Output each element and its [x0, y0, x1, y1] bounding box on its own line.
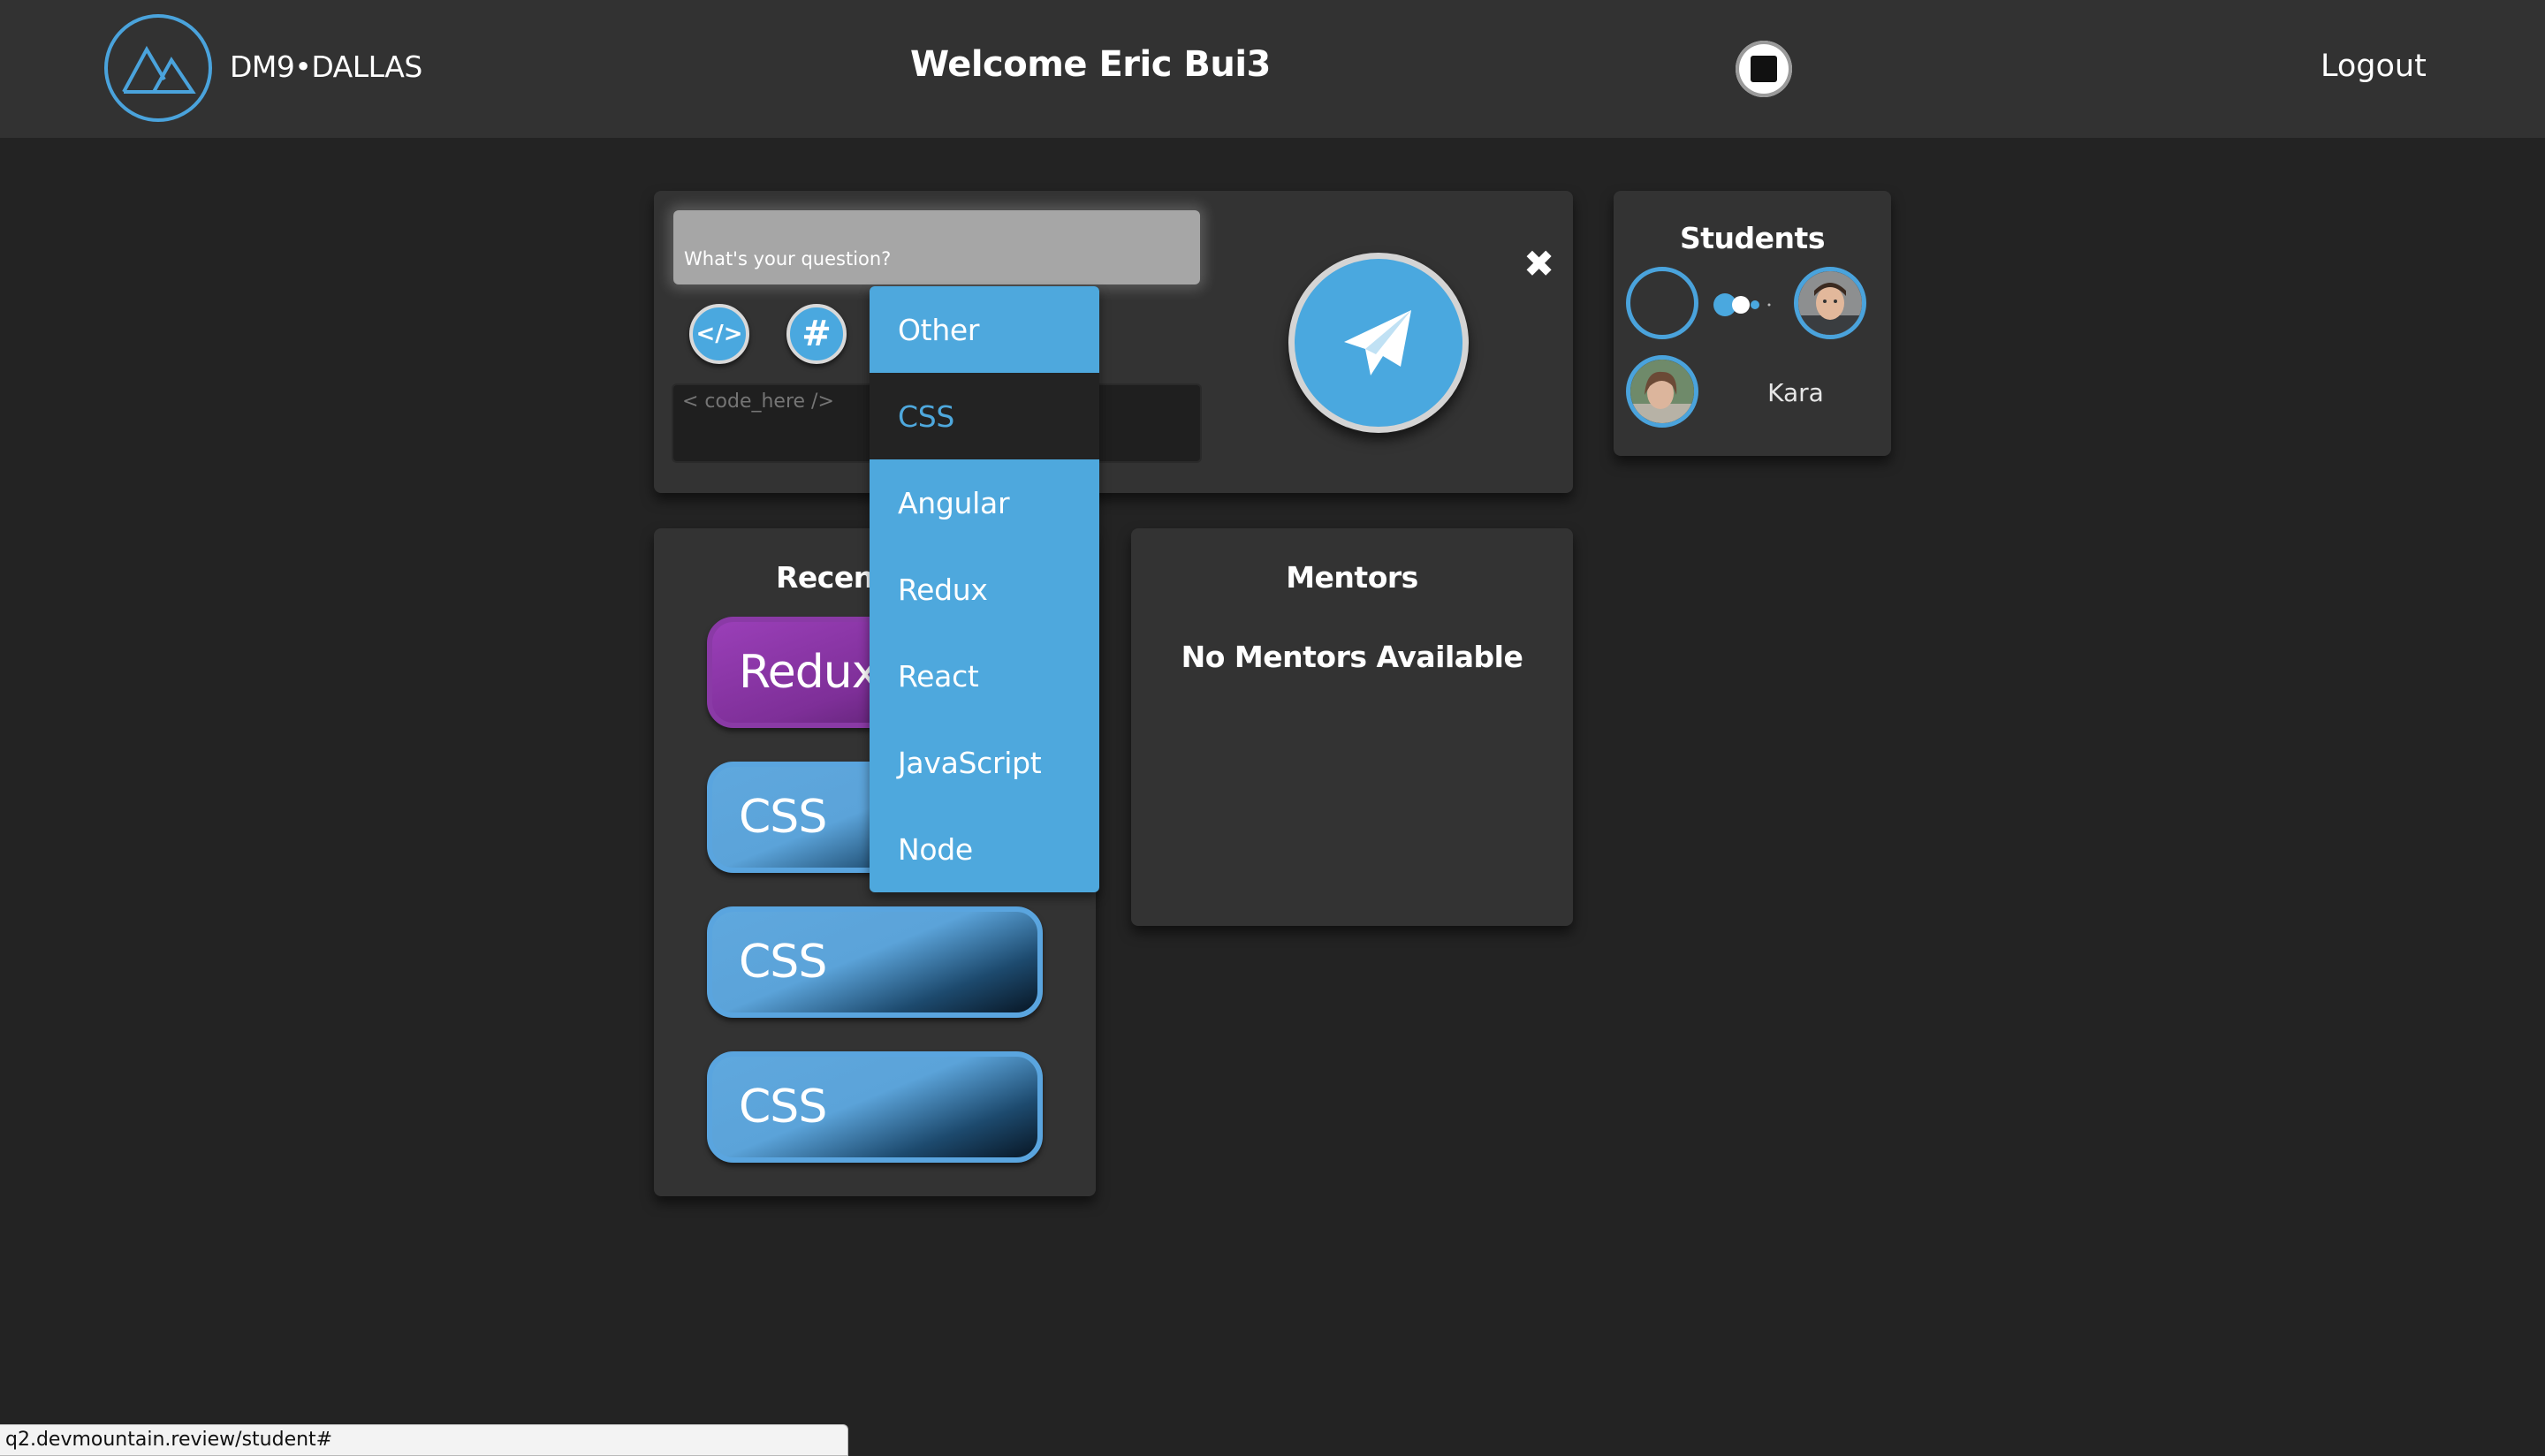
- no-mentors-message: No Mentors Available: [1181, 640, 1523, 674]
- close-icon[interactable]: ✖: [1523, 246, 1554, 283]
- recent-question-pill[interactable]: CSS: [707, 906, 1043, 1018]
- dropdown-option-react[interactable]: React: [870, 633, 1099, 719]
- mentors-card: Mentors No Mentors Available: [1131, 528, 1573, 926]
- hash-icon: #: [801, 314, 832, 354]
- student-avatar-empty[interactable]: [1626, 267, 1698, 339]
- question-card: </> # ✖: [654, 191, 1573, 493]
- send-question-button[interactable]: [1288, 253, 1469, 433]
- dropdown-option-javascript[interactable]: JavaScript: [870, 719, 1099, 806]
- code-toggle-button[interactable]: </>: [689, 304, 749, 364]
- student-avatar-photo[interactable]: [1794, 267, 1866, 339]
- dropdown-option-node[interactable]: Node: [870, 806, 1099, 892]
- brand-name: DM9•DALLAS: [230, 49, 422, 84]
- top-navbar: DM9•DALLAS Welcome Eric Bui3 Logout: [0, 0, 2545, 138]
- students-title: Students: [1680, 221, 1825, 255]
- students-card: Students Kara: [1614, 191, 1891, 456]
- dropdown-option-css[interactable]: CSS: [870, 373, 1099, 459]
- dropdown-option-redux[interactable]: Redux: [870, 546, 1099, 633]
- code-icon: </>: [695, 321, 743, 347]
- browser-status-url: q2.devmountain.review/student#: [0, 1424, 848, 1456]
- welcome-message: Welcome Eric Bui3: [910, 44, 1271, 85]
- dropdown-option-other[interactable]: Other: [870, 286, 1099, 373]
- student-name-kara: Kara: [1767, 378, 1824, 407]
- student-avatar-kara[interactable]: [1626, 355, 1698, 428]
- topic-dropdown[interactable]: Other CSS Angular Redux React JavaScript…: [870, 286, 1099, 892]
- question-input[interactable]: [673, 210, 1200, 284]
- dropdown-option-angular[interactable]: Angular: [870, 459, 1099, 546]
- paper-plane-icon: [1344, 310, 1411, 375]
- stop-button[interactable]: [1736, 41, 1792, 97]
- recent-question-pill[interactable]: CSS: [707, 1051, 1043, 1163]
- stop-square-icon: [1751, 56, 1777, 82]
- loading-dots-icon: [1713, 293, 1771, 316]
- mentors-title: Mentors: [1286, 560, 1418, 595]
- devmountain-logo-icon[interactable]: [104, 14, 212, 122]
- logout-link[interactable]: Logout: [2321, 49, 2427, 84]
- topic-tag-button[interactable]: #: [786, 304, 847, 364]
